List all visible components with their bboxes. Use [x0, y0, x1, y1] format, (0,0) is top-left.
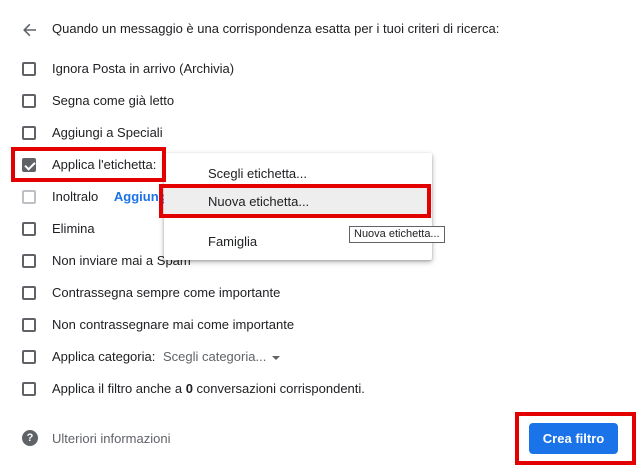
delete-checkbox[interactable]: [22, 222, 36, 236]
option-star[interactable]: Aggiungi a Speciali: [22, 123, 163, 143]
apply-existing-checkbox[interactable]: [22, 382, 36, 396]
option-mark-read[interactable]: Segna come già letto: [22, 91, 174, 111]
label-dropdown-menu: Scegli etichetta... Nuova etichetta... F…: [164, 153, 432, 260]
apply-existing-suffix: conversazioni corrispondenti.: [192, 381, 365, 396]
option-skip-inbox[interactable]: Ignora Posta in arrivo (Archivia): [22, 59, 234, 79]
forward-label: Inoltralo: [52, 189, 99, 204]
option-delete[interactable]: Elimina: [22, 219, 95, 239]
option-category[interactable]: Applica categoria: Scegli categoria...: [22, 347, 281, 367]
category-label: Applica categoria:: [52, 349, 156, 364]
category-select[interactable]: Scegli categoria...: [162, 349, 281, 364]
option-label: Non contrassegnare mai come importante: [52, 317, 295, 332]
create-filter-button[interactable]: Crea filtro: [529, 423, 618, 454]
never-spam-checkbox[interactable]: [22, 254, 36, 268]
header-text: Quando un messaggio è una corrispondenza…: [52, 21, 500, 36]
mark-read-checkbox[interactable]: [22, 94, 36, 108]
option-never-important[interactable]: Non contrassegnare mai come importante: [22, 315, 294, 335]
never-important-checkbox[interactable]: [22, 318, 36, 332]
category-select-value: Scegli categoria...: [162, 349, 267, 364]
star-checkbox[interactable]: [22, 126, 36, 140]
dropdown-caret-icon: [272, 355, 281, 360]
option-forward[interactable]: Inoltralo Aggiungi: [22, 187, 170, 207]
menu-item-new-label[interactable]: Nuova etichetta...: [164, 188, 432, 214]
skip-inbox-checkbox[interactable]: [22, 62, 36, 76]
option-apply-label[interactable]: Applica l'etichetta:: [22, 155, 156, 175]
option-label: Aggiungi a Speciali: [52, 125, 163, 140]
apply-label-checkbox[interactable]: [22, 158, 36, 172]
help-icon: ?: [22, 430, 38, 446]
header: Quando un messaggio è una corrispondenza…: [20, 18, 499, 42]
apply-existing-prefix: Applica il filtro anche a: [52, 381, 186, 396]
more-info-label: Ulteriori informazioni: [52, 430, 171, 446]
category-checkbox[interactable]: [22, 350, 36, 364]
option-label: Applica l'etichetta:: [52, 157, 157, 172]
tooltip: Nuova etichetta...: [349, 226, 445, 243]
menu-item-choose-label[interactable]: Scegli etichetta...: [164, 160, 432, 186]
matching-count: 0: [185, 381, 193, 396]
option-always-important[interactable]: Contrassegna sempre come importante: [22, 283, 280, 303]
add-forwarding-link[interactable]: Aggiungi: [114, 189, 170, 204]
always-important-checkbox[interactable]: [22, 286, 36, 300]
option-label: Applica categoria: Scegli categoria...: [52, 349, 281, 364]
option-label: Segna come già letto: [52, 93, 175, 108]
more-info-link[interactable]: ? Ulteriori informazioni: [22, 430, 170, 446]
option-never-spam[interactable]: Non inviare mai a Spam: [22, 251, 191, 271]
option-apply-existing[interactable]: Applica il filtro anche a 0 conversazion…: [22, 379, 365, 399]
option-label: Inoltralo Aggiungi: [52, 189, 170, 204]
option-label: Contrassegna sempre come importante: [52, 285, 281, 300]
option-label: Ignora Posta in arrivo (Archivia): [52, 61, 235, 76]
forward-checkbox[interactable]: [22, 190, 36, 204]
option-label: Applica il filtro anche a 0 conversazion…: [52, 381, 365, 396]
option-label: Elimina: [52, 221, 95, 236]
back-arrow-icon[interactable]: [20, 20, 40, 40]
